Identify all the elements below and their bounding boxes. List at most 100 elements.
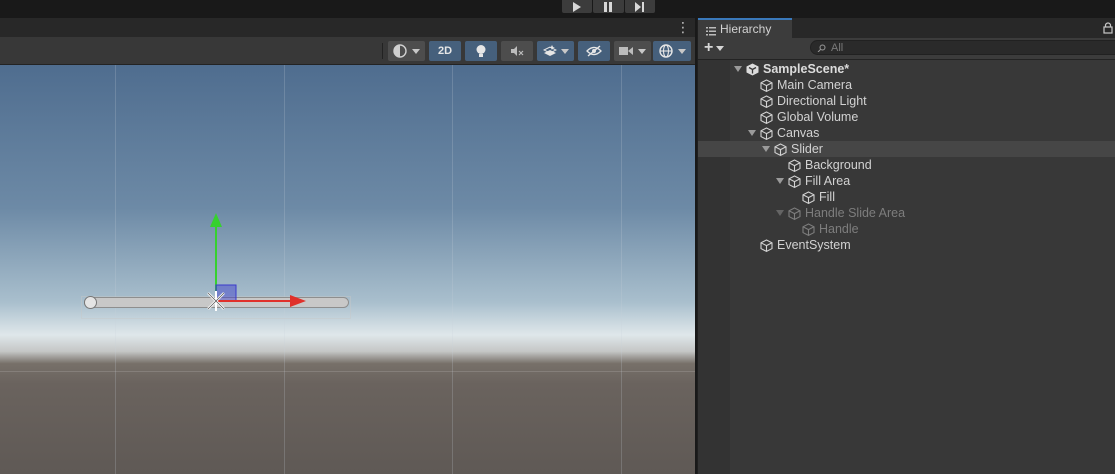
hierarchy-panel: Hierarchy + SampleScene* Main Camera Direc… bbox=[697, 18, 1115, 474]
play-controls bbox=[562, 0, 655, 13]
scene-toolbar: 2D bbox=[0, 37, 695, 65]
chevron-down-icon bbox=[412, 48, 420, 54]
shading-mode-button[interactable] bbox=[388, 41, 425, 61]
hierarchy-item[interactable]: Global Volume bbox=[698, 109, 1115, 125]
hierarchy-item-label: Canvas bbox=[777, 126, 820, 140]
hierarchy-item-label: Handle Slide Area bbox=[805, 206, 906, 220]
audio-toggle[interactable] bbox=[501, 41, 533, 61]
toolbar-separator bbox=[382, 43, 383, 59]
gameobject-icon bbox=[760, 238, 773, 252]
gameobject-icon bbox=[788, 206, 801, 220]
gameobject-icon bbox=[760, 126, 773, 140]
slider-handle[interactable] bbox=[84, 296, 97, 309]
gizmos-icon bbox=[658, 44, 673, 58]
hierarchy-toolbar: + bbox=[698, 38, 1115, 60]
x-axis-arrow bbox=[290, 295, 306, 307]
audio-muted-icon bbox=[511, 46, 524, 56]
tab-hierarchy[interactable]: Hierarchy bbox=[698, 18, 792, 38]
hierarchy-item-label: Background bbox=[805, 158, 872, 172]
unity-scene-icon bbox=[746, 63, 759, 75]
hierarchy-search[interactable] bbox=[810, 40, 1115, 55]
expand-arrow-icon[interactable] bbox=[761, 144, 771, 154]
grid-line bbox=[0, 371, 695, 372]
scene-tab-bar: ⋮ bbox=[0, 18, 695, 37]
hierarchy-item-label: SampleScene* bbox=[763, 62, 850, 76]
move-gizmo[interactable] bbox=[196, 211, 311, 319]
chevron-down-icon bbox=[677, 48, 686, 54]
lighting-toggle[interactable] bbox=[465, 41, 497, 61]
gameobject-icon bbox=[802, 190, 815, 204]
chevron-down-icon bbox=[560, 48, 569, 54]
mode-2d-label: 2D bbox=[437, 45, 453, 57]
expand-arrow-icon[interactable] bbox=[747, 128, 757, 138]
gameobject-icon bbox=[760, 110, 773, 124]
scene-view-panel: ⋮ 2D bbox=[0, 18, 695, 474]
gameobject-icon bbox=[788, 174, 801, 188]
y-axis-arrow bbox=[210, 213, 222, 227]
hierarchy-item[interactable]: Slider bbox=[698, 141, 1115, 157]
grid-line bbox=[452, 65, 453, 474]
add-object-dropdown[interactable]: + bbox=[704, 40, 730, 56]
hierarchy-item-label: Main Camera bbox=[777, 78, 853, 92]
hierarchy-item-label: Global Volume bbox=[777, 110, 859, 124]
gameobject-icon bbox=[788, 158, 801, 172]
tab-strip bbox=[792, 18, 1115, 38]
hierarchy-item[interactable]: Main Camera bbox=[698, 77, 1115, 93]
gameobject-icon bbox=[760, 78, 773, 92]
play-button[interactable] bbox=[562, 0, 593, 13]
lightbulb-icon bbox=[476, 45, 486, 57]
scene-visibility-toggle[interactable] bbox=[578, 41, 610, 61]
hierarchy-item[interactable]: Handle bbox=[698, 221, 1115, 237]
hierarchy-item[interactable]: Canvas bbox=[698, 125, 1115, 141]
hierarchy-item-label: Directional Light bbox=[777, 94, 867, 108]
gizmos-dropdown[interactable] bbox=[653, 41, 691, 61]
hierarchy-item-label: EventSystem bbox=[777, 238, 851, 252]
plus-icon: + bbox=[704, 39, 714, 56]
hierarchy-item-label: Fill bbox=[819, 190, 835, 204]
hierarchy-item[interactable]: Background bbox=[698, 157, 1115, 173]
pause-icon bbox=[604, 1, 613, 12]
scene-viewport[interactable] bbox=[0, 65, 695, 474]
search-icon bbox=[817, 44, 826, 52]
effects-icon bbox=[542, 45, 557, 56]
hierarchy-item[interactable]: Fill Area bbox=[698, 173, 1115, 189]
shading-mode-icon bbox=[393, 44, 407, 58]
expand-arrow-icon[interactable] bbox=[775, 208, 785, 218]
gameobject-icon bbox=[802, 222, 815, 236]
hierarchy-item-label: Handle bbox=[819, 222, 859, 236]
play-icon bbox=[573, 1, 582, 12]
mode-2d-toggle[interactable]: 2D bbox=[429, 41, 461, 61]
tab-hierarchy-label: Hierarchy bbox=[720, 22, 772, 36]
hierarchy-item[interactable]: Fill bbox=[698, 189, 1115, 205]
chevron-down-icon bbox=[716, 45, 725, 51]
chevron-down-icon bbox=[638, 48, 646, 54]
hidden-visibility-icon bbox=[586, 45, 602, 57]
step-button[interactable] bbox=[624, 0, 655, 13]
effects-dropdown[interactable] bbox=[537, 41, 574, 61]
camera-icon bbox=[619, 47, 633, 55]
expand-arrow-icon[interactable] bbox=[775, 176, 785, 186]
hierarchy-item[interactable]: Directional Light bbox=[698, 93, 1115, 109]
hierarchy-item[interactable]: Handle Slide Area bbox=[698, 205, 1115, 221]
expand-arrow-icon[interactable] bbox=[733, 64, 743, 74]
hierarchy-item-label: Fill Area bbox=[805, 174, 851, 188]
hierarchy-item[interactable]: EventSystem bbox=[698, 237, 1115, 253]
grid-line bbox=[115, 65, 116, 474]
search-input[interactable] bbox=[831, 41, 1091, 54]
grid-line bbox=[621, 65, 622, 474]
lock-icon[interactable] bbox=[1103, 22, 1113, 34]
gameobject-icon bbox=[774, 142, 787, 156]
more-options-icon[interactable]: ⋮ bbox=[676, 20, 690, 35]
camera-dropdown[interactable] bbox=[614, 41, 651, 61]
pause-button[interactable] bbox=[593, 0, 624, 13]
list-icon bbox=[706, 25, 716, 35]
step-icon bbox=[635, 1, 645, 12]
hierarchy-item-label: Slider bbox=[791, 142, 823, 156]
scene-root-item[interactable]: SampleScene* bbox=[698, 61, 1115, 77]
